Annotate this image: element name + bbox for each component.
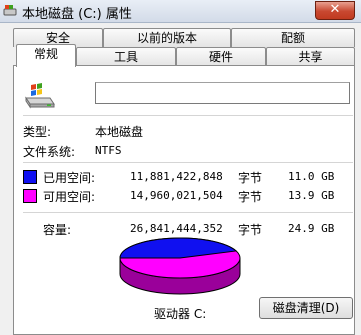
used-space-unit: 字节 bbox=[238, 171, 263, 185]
used-space-label: 已用空间: bbox=[43, 171, 96, 185]
tab-hardware[interactable]: 硬件 bbox=[176, 47, 266, 66]
close-icon: ✕ bbox=[329, 2, 341, 17]
free-space-swatch bbox=[23, 189, 37, 203]
filesystem-label: 文件系统: bbox=[23, 145, 76, 159]
tab-quota[interactable]: 配额 bbox=[231, 28, 355, 47]
capacity-label: 容量: bbox=[43, 223, 72, 237]
disk-usage-pie bbox=[119, 237, 241, 295]
divider bbox=[23, 212, 353, 213]
tab-security-label: 安全 bbox=[45, 31, 70, 45]
tab-hardware-label: 硬件 bbox=[208, 50, 233, 64]
used-space-swatch bbox=[23, 170, 37, 184]
tab-general[interactable]: 常规 bbox=[16, 44, 76, 67]
free-space-bytes: 14,960,021,504 bbox=[130, 189, 223, 202]
title-bar: 本地磁盘 (C:) 属性 ✕ bbox=[0, 0, 361, 23]
drive-title-icon bbox=[3, 5, 17, 16]
tab-tools[interactable]: 工具 bbox=[76, 47, 176, 66]
window-title: 本地磁盘 (C:) 属性 bbox=[22, 7, 132, 22]
free-space-size: 13.9 GB bbox=[288, 189, 335, 202]
tab-sharing[interactable]: 共享 bbox=[266, 47, 355, 66]
type-label: 类型: bbox=[23, 125, 52, 139]
free-space-unit: 字节 bbox=[238, 190, 263, 204]
filesystem-value: NTFS bbox=[95, 144, 122, 157]
tab-general-label: 常规 bbox=[33, 47, 58, 61]
used-space-bytes: 11,881,422,848 bbox=[130, 170, 223, 183]
capacity-bytes: 26,841,444,352 bbox=[130, 222, 223, 235]
disk-cleanup-button[interactable]: 磁盘清理(D) bbox=[259, 297, 353, 319]
close-button[interactable]: ✕ bbox=[315, 1, 355, 20]
type-value: 本地磁盘 bbox=[95, 125, 144, 139]
hard-drive-icon bbox=[25, 83, 55, 109]
used-space-size: 11.0 GB bbox=[288, 170, 335, 183]
capacity-size: 24.9 GB bbox=[288, 222, 335, 235]
free-space-label: 可用空间: bbox=[43, 190, 96, 204]
tab-previous-versions-label: 以前的版本 bbox=[136, 31, 197, 45]
tab-tools-label: 工具 bbox=[113, 50, 138, 64]
tab-quota-label: 配额 bbox=[280, 31, 305, 45]
divider bbox=[23, 115, 353, 116]
drive-letter-label: 驱动器 C: bbox=[154, 307, 207, 321]
volume-name-input[interactable] bbox=[95, 82, 350, 104]
tab-previous-versions[interactable]: 以前的版本 bbox=[103, 28, 231, 47]
tab-sharing-label: 共享 bbox=[298, 50, 323, 64]
divider bbox=[23, 162, 353, 163]
